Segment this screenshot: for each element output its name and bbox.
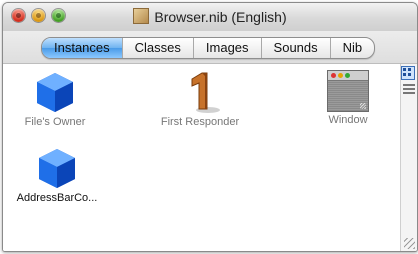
tab-images[interactable]: Images: [192, 38, 261, 58]
instance-label: First Responder: [160, 116, 240, 128]
tab-segmented-control: Instances Classes Images Sounds Nib: [41, 37, 376, 59]
nib-document-icon: [133, 8, 150, 24]
list-view-icon[interactable]: [403, 82, 415, 94]
tab-instances[interactable]: Instances: [42, 38, 122, 58]
instances-pane: File's Owner First Responder Window Addr…: [3, 64, 401, 251]
tab-sounds[interactable]: Sounds: [260, 38, 330, 58]
window-title: Browser.nib (English): [154, 9, 287, 25]
blue-cube-icon: [33, 70, 77, 114]
instance-first-responder[interactable]: First Responder: [153, 70, 247, 128]
instance-label: Window: [328, 114, 368, 126]
nib-window: Browser.nib (English) Instances Classes …: [2, 2, 418, 252]
window-title-area: Browser.nib (English): [3, 8, 417, 25]
instance-window[interactable]: Window: [314, 70, 382, 126]
tab-nib[interactable]: Nib: [329, 38, 375, 58]
first-responder-icon: [178, 70, 222, 114]
tab-bar: Instances Classes Images Sounds Nib: [3, 31, 417, 64]
instance-addressbarcontroller[interactable]: AddressBarCo...: [7, 146, 107, 204]
instance-label: File's Owner: [24, 116, 86, 128]
title-bar[interactable]: Browser.nib (English): [3, 3, 417, 32]
instance-label: AddressBarCo...: [16, 192, 98, 204]
tab-classes[interactable]: Classes: [121, 38, 193, 58]
window-icon: [327, 70, 369, 112]
resize-handle[interactable]: [404, 238, 415, 249]
icon-view-icon[interactable]: [401, 66, 415, 80]
instance-files-owner[interactable]: File's Owner: [19, 70, 91, 128]
blue-cube-icon: [35, 146, 79, 190]
